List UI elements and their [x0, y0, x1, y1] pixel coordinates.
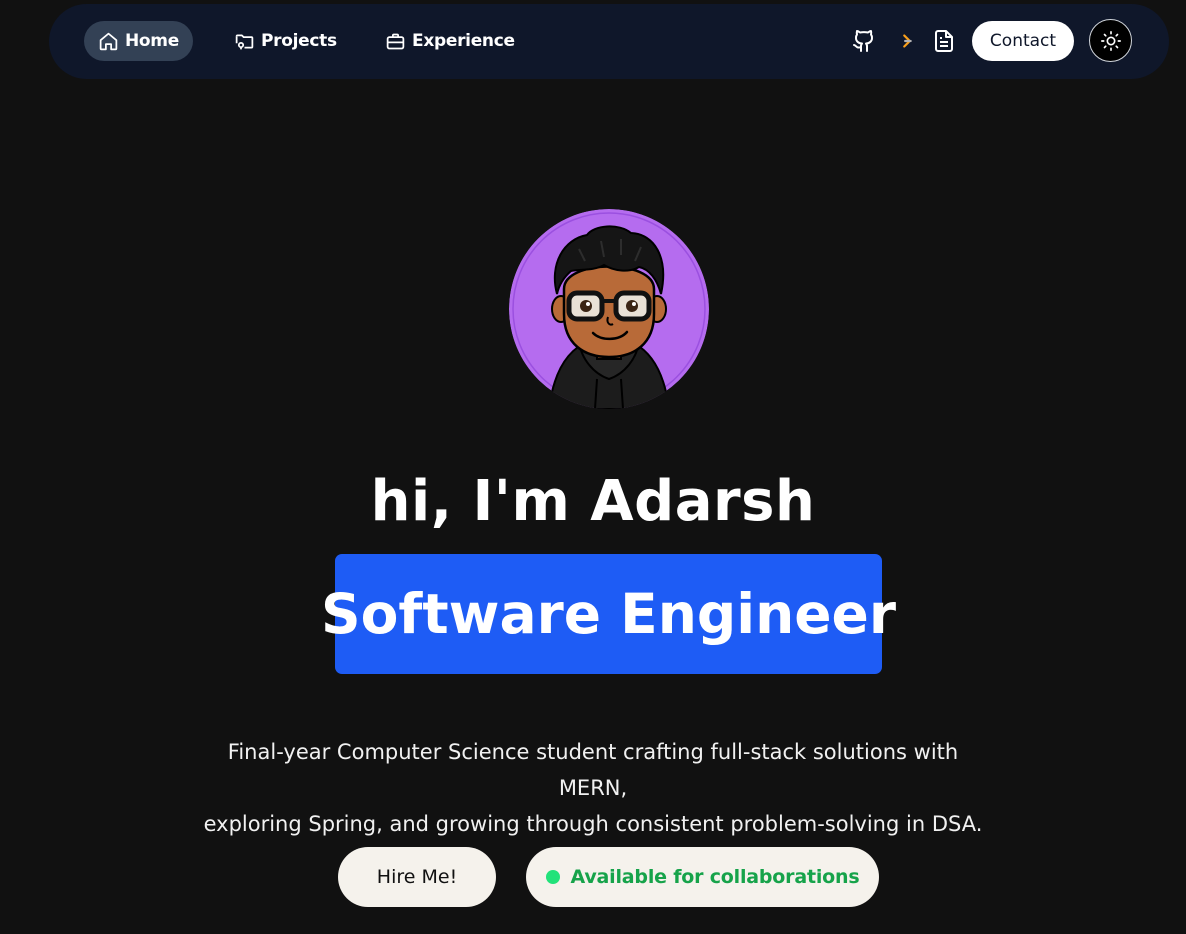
- sun-icon: [1100, 30, 1121, 51]
- hero-description: Final-year Computer Science student craf…: [193, 734, 993, 842]
- greeting-heading: hi, I'm Adarsh: [370, 469, 816, 534]
- theme-toggle-button[interactable]: [1089, 19, 1132, 62]
- github-icon: [853, 30, 874, 52]
- nav-home-link[interactable]: Home: [84, 21, 193, 61]
- home-icon: [99, 32, 118, 50]
- briefcase-icon: [386, 33, 405, 49]
- nav-projects-link[interactable]: Projects: [220, 21, 351, 61]
- availability-label: Available for collaborations: [570, 866, 860, 888]
- resume-link[interactable]: [931, 28, 957, 54]
- availability-badge: Available for collaborations: [526, 847, 879, 907]
- github-link[interactable]: [851, 28, 877, 54]
- navbar: Home Projects Experience Contact: [49, 4, 1169, 79]
- folder-icon: [235, 34, 254, 49]
- avatar: [509, 209, 709, 409]
- contact-button[interactable]: Contact: [972, 21, 1074, 61]
- status-dot-icon: [545, 870, 560, 884]
- nav-experience-link[interactable]: Experience: [371, 21, 529, 61]
- role-highlight: Software Engineer: [321, 554, 896, 674]
- description-line-2: exploring Spring, and growing through co…: [203, 812, 983, 836]
- leetcode-link[interactable]: [894, 28, 920, 54]
- leetcode-icon: [903, 34, 912, 48]
- description-line-1: Final-year Computer Science student craf…: [227, 740, 959, 800]
- nav-home-label: Home: [125, 31, 179, 51]
- nav-experience-label: Experience: [412, 31, 515, 51]
- nav-projects-label: Projects: [261, 31, 337, 51]
- avatar-illustration: [509, 209, 709, 409]
- hire-me-button[interactable]: Hire Me!: [338, 847, 496, 907]
- resume-document-icon: [935, 30, 953, 52]
